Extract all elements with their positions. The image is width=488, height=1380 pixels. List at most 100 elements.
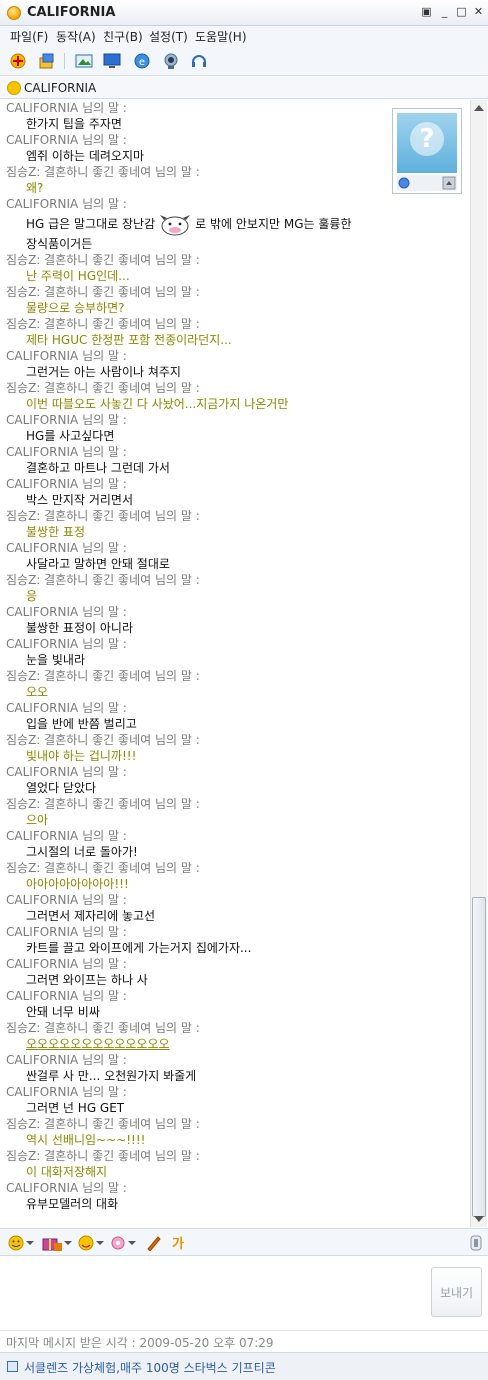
speaker-name: 짐승Z: 결혼하니 좋긴 좋네여 <box>6 669 152 683</box>
speaker-suffix: 님의 말 : <box>154 165 200 179</box>
internet-explorer-icon[interactable]: e <box>131 50 153 72</box>
chat-scrollbar[interactable] <box>470 100 487 1227</box>
message-text-part: 싼걸루 사 만... 오천원가지 봐줄게 <box>26 1069 197 1083</box>
message-text-part: 오오 <box>26 685 49 699</box>
message-text: 아아아아아아아아!!! <box>0 876 470 892</box>
message-text-part: 이번 따블오도 사놓긴 다 사놨어...지금가지 나온거만 <box>26 397 289 411</box>
speaker-name: 짐승Z: 결혼하니 좋긴 좋네여 <box>6 381 152 395</box>
status-bar: 마지막 메시지 받은 시각 : 2009-05-20 오후 07:29 <box>0 1330 488 1351</box>
speaker-name: CALIFORNIA <box>6 765 79 779</box>
speaker-suffix: 님의 말 : <box>82 101 127 115</box>
message-text-part: 한가지 팁을 주자면 <box>26 117 122 131</box>
message-text: 그런거는 아는 사람이나 쳐주지 <box>0 364 470 380</box>
toolbar: e <box>0 46 488 76</box>
send-file-icon[interactable] <box>36 50 58 72</box>
webcam-icon[interactable] <box>160 50 182 72</box>
headset-icon[interactable] <box>188 50 210 72</box>
scroll-down-icon[interactable] <box>474 1215 484 1223</box>
flash-emoticon-icon[interactable] <box>78 1235 104 1251</box>
speaker-name: 짐승Z: 결혼하니 좋긴 좋네여 <box>6 733 152 747</box>
message-text-part: 불쌍한 표정 <box>26 525 86 539</box>
speaker-suffix: 님의 말 : <box>82 1085 127 1099</box>
scroll-up-icon[interactable] <box>474 104 484 112</box>
menu-action[interactable]: 동작(A) <box>56 28 96 45</box>
speaker-suffix: 님의 말 : <box>154 1117 200 1131</box>
message-text: 유부모델러의 대화 <box>0 1196 470 1212</box>
invite-friend-icon[interactable] <box>7 50 29 72</box>
emoticon-toolbar: 가 <box>0 1228 488 1256</box>
message-text-part: 그러면서 제자리에 놓고선 <box>26 909 156 923</box>
speaker-line: 짐승Z: 결혼하니 좋긴 좋네여 님의 말 : <box>0 1020 470 1036</box>
speaker-name: 짐승Z: 결혼하니 좋긴 좋네여 <box>6 317 152 331</box>
restore-icon[interactable]: ▣ <box>420 6 433 19</box>
speaker-line: CALIFORNIA 님의 말 : <box>0 412 470 428</box>
scroll-toggle-icon[interactable] <box>470 1235 482 1251</box>
speaker-suffix: 님의 말 : <box>154 381 200 395</box>
gift-icon[interactable] <box>42 1235 72 1251</box>
handwriting-icon[interactable] <box>146 1235 162 1251</box>
message-text: 오오 <box>0 684 470 700</box>
message-text-part: HG 급은 말그대로 장난감 <box>26 217 156 231</box>
message-input[interactable] <box>4 1260 424 1326</box>
speaker-suffix: 님의 말 : <box>82 989 127 1003</box>
svg-text:가: 가 <box>172 1237 184 1251</box>
message-text: 싼걸루 사 만... 오천원가지 봐줄게 <box>0 1068 470 1084</box>
message-text-part: 박스 만지작 거리면서 <box>26 493 133 507</box>
speaker-suffix: 님의 말 : <box>82 957 127 971</box>
avatar[interactable]: ? <box>392 108 462 194</box>
message-text-part: 응 <box>26 589 38 603</box>
emoticon-icon[interactable] <box>8 1235 34 1251</box>
message-text: 그러면 넌 HG GET <box>0 1100 470 1116</box>
picture-icon[interactable] <box>73 50 95 72</box>
speaker-line: CALIFORNIA 님의 말 : <box>0 956 470 972</box>
message-input-area: 보내기 <box>0 1257 488 1330</box>
speaker-suffix: 님의 말 : <box>82 1181 127 1195</box>
speaker-suffix: 님의 말 : <box>82 605 127 619</box>
message-text: 이 대화저장해지 <box>0 1164 470 1180</box>
message-text-part: 난 주력이 HG인데... <box>26 269 130 283</box>
message-text-part: 으아 <box>26 813 49 827</box>
ad-link[interactable]: 서클렌즈 가상체험,매주 100명 스타벅스 기프티콘 <box>24 1359 276 1376</box>
speaker-suffix: 님의 말 : <box>154 1021 200 1035</box>
font-icon[interactable]: 가 <box>171 1235 187 1251</box>
speaker-name: 짐승Z: 결혼하니 좋긴 좋네여 <box>6 797 152 811</box>
menu-help[interactable]: 도움말(H) <box>195 28 247 45</box>
message-text-part: 물량으로 승부하면? <box>26 301 125 315</box>
chat-log[interactable]: CALIFORNIA 님의 말 : 한가지 팁을 주자면 CALIFORNIA 님의… <box>0 100 470 1227</box>
message-text: 눈을 빛내라 <box>0 652 470 668</box>
menu-friends[interactable]: 친구(B) <box>103 28 143 45</box>
message-text-part: 그런거는 아는 사람이나 쳐주지 <box>26 365 181 379</box>
message-text: 박스 만지작 거리면서 <box>0 492 470 508</box>
background-icon[interactable] <box>110 1235 136 1251</box>
speaker-suffix: 님의 말 : <box>82 1053 127 1067</box>
close-icon[interactable]: ✕ <box>472 6 485 19</box>
speaker-name: 짐승Z: 결혼하니 좋긴 좋네여 <box>6 509 152 523</box>
app-icon <box>7 6 21 20</box>
ad-bar[interactable]: 서클렌즈 가상체험,매주 100명 스타벅스 기프티콘 <box>0 1352 488 1380</box>
speaker-line: CALIFORNIA 님의 말 : <box>0 828 470 844</box>
menu-settings[interactable]: 설정(T) <box>149 28 188 45</box>
menu-bar: 파일(F) 동작(A) 친구(B) 설정(T) 도움말(H) <box>0 26 488 46</box>
speaker-name: CALIFORNIA <box>6 925 79 939</box>
message-text-part: 오오오오오오오오오오오오오 <box>26 1037 170 1051</box>
speaker-name: CALIFORNIA <box>6 829 79 843</box>
maximize-icon[interactable]: □ <box>455 6 468 19</box>
speaker-name: CALIFORNIA <box>6 605 79 619</box>
menu-file[interactable]: 파일(F) <box>10 28 48 45</box>
speaker-line: 짐승Z: 결혼하니 좋긴 좋네여 님의 말 : <box>0 1148 470 1164</box>
speaker-suffix: 님의 말 : <box>154 509 200 523</box>
message-text: 안돼 너무 비싸 <box>0 1004 470 1020</box>
speaker-suffix: 님의 말 : <box>82 413 127 427</box>
speaker-line: 짐승Z: 결혼하니 좋긴 좋네여 님의 말 : <box>0 252 470 268</box>
speaker-line: CALIFORNIA 님의 말 : <box>0 476 470 492</box>
window-title: CALIFORNIA <box>27 5 116 20</box>
speaker-suffix: 님의 말 : <box>82 197 127 211</box>
screen-share-icon[interactable] <box>101 50 123 72</box>
scroll-thumb[interactable] <box>472 897 486 1217</box>
speaker-line: 짐승Z: 결혼하니 좋긴 좋네여 님의 말 : <box>0 1116 470 1132</box>
speaker-line: CALIFORNIA 님의 말 : <box>0 892 470 908</box>
minimize-icon[interactable]: _ <box>438 6 451 19</box>
speaker-name: CALIFORNIA <box>6 541 79 555</box>
speaker-suffix: 님의 말 : <box>154 285 200 299</box>
send-button[interactable]: 보내기 <box>431 1267 482 1317</box>
